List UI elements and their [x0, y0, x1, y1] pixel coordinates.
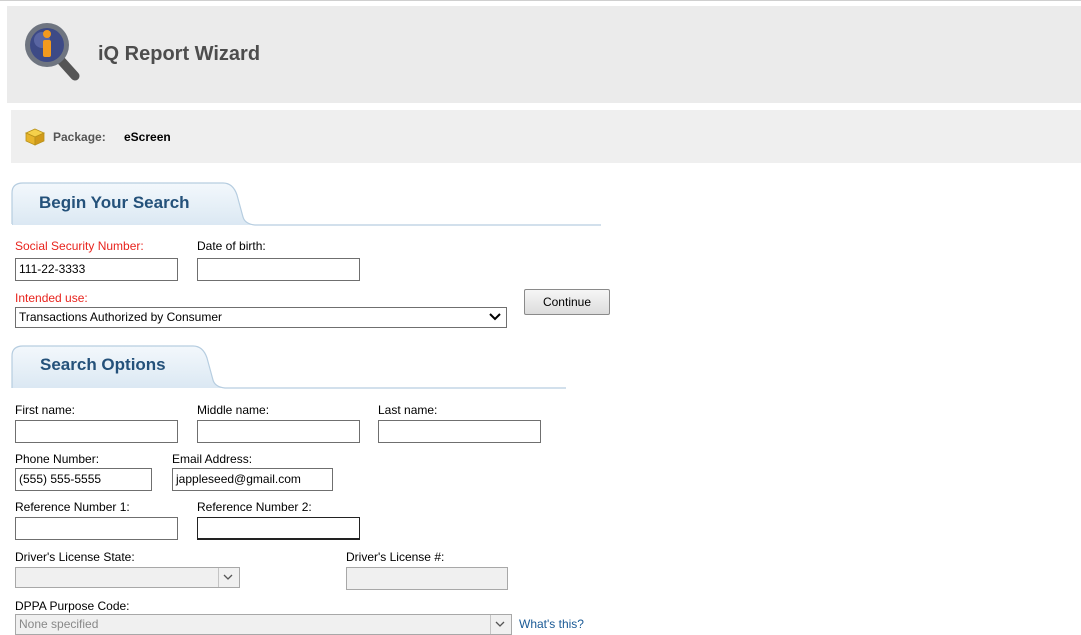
- last-name-input[interactable]: [378, 420, 541, 443]
- tab-begin-your-search: Begin Your Search: [11, 181, 601, 226]
- reference-number-2-label: Reference Number 2:: [197, 500, 312, 514]
- intended-use-selected: Transactions Authorized by Consumer: [19, 310, 222, 324]
- tab-begin-your-search-label: Begin Your Search: [39, 193, 190, 212]
- phone-input[interactable]: (555) 555-5555: [15, 468, 152, 491]
- middle-name-input[interactable]: [197, 420, 360, 443]
- chevron-down-icon: [488, 311, 502, 323]
- top-border: [0, 0, 1081, 1]
- continue-button[interactable]: Continue: [524, 289, 610, 315]
- dppa-purpose-code-label: DPPA Purpose Code:: [15, 599, 130, 613]
- whats-this-link[interactable]: What's this?: [519, 617, 584, 631]
- dob-label: Date of birth:: [197, 239, 266, 253]
- chevron-down-icon: [493, 618, 507, 630]
- reference-number-2-input[interactable]: [197, 517, 360, 540]
- reference-number-1-input[interactable]: [15, 517, 178, 540]
- last-name-label: Last name:: [378, 403, 438, 417]
- first-name-label: First name:: [15, 403, 76, 417]
- email-label: Email Address:: [172, 452, 253, 466]
- drivers-license-state-select[interactable]: [15, 567, 240, 588]
- first-name-input[interactable]: [15, 420, 178, 443]
- chevron-down-icon: [221, 571, 235, 583]
- tab-search-options: Search Options: [11, 344, 566, 389]
- app-title: iQ Report Wizard: [98, 43, 261, 65]
- ssn-label: Social Security Number:: [15, 239, 144, 253]
- package-bar: [11, 110, 1081, 163]
- package-label: Package:: [53, 130, 106, 144]
- intended-use-label: Intended use:: [15, 291, 88, 305]
- drivers-license-number-label: Driver's License #:: [346, 550, 445, 564]
- intended-use-select[interactable]: Transactions Authorized by Consumer: [15, 307, 507, 328]
- email-input[interactable]: jappleseed@gmail.com: [172, 468, 333, 491]
- package-box-icon: [25, 128, 45, 146]
- tab-search-options-label: Search Options: [40, 355, 166, 374]
- drivers-license-number-input[interactable]: [346, 567, 508, 590]
- reference-number-1-label: Reference Number 1:: [15, 500, 130, 514]
- dppa-purpose-code-selected: None specified: [19, 617, 99, 631]
- dob-input[interactable]: [197, 258, 360, 281]
- drivers-license-state-label: Driver's License State:: [15, 550, 135, 564]
- phone-label: Phone Number:: [15, 452, 100, 466]
- ssn-input[interactable]: 111-22-3333: [15, 258, 178, 281]
- package-value: eScreen: [124, 130, 171, 144]
- dppa-purpose-code-select[interactable]: None specified: [15, 614, 512, 635]
- magnifier-info-icon: [19, 18, 83, 82]
- middle-name-label: Middle name:: [197, 403, 270, 417]
